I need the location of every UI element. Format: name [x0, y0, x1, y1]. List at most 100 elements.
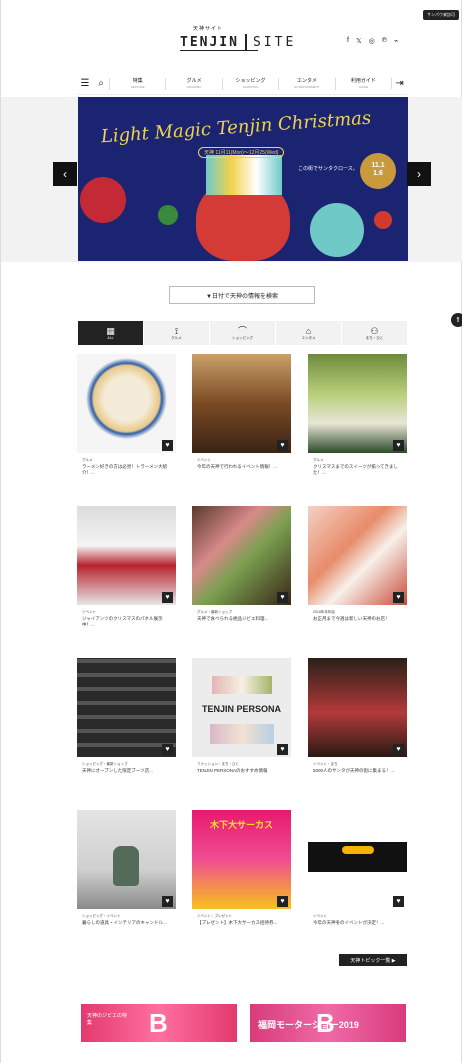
favorite-heart-icon[interactable]: ♥	[162, 744, 173, 755]
article-card[interactable]: ♥ イベント 今年の天神冬のイベントが決定！...	[308, 810, 407, 950]
favorite-heart-icon[interactable]: ♥	[277, 896, 288, 907]
banner-text: 福岡モーターショー2019	[258, 1020, 359, 1030]
favorite-heart-icon[interactable]: ♥	[393, 896, 404, 907]
ornament-red	[80, 177, 126, 223]
article-card[interactable]: ♥ グルメ・最新ショップ 天神で食べられる絶品ジビエ料理...	[192, 506, 291, 646]
logo-site-text: SITE	[252, 34, 297, 50]
favorite-heart-icon[interactable]: ♥	[277, 744, 288, 755]
article-card[interactable]: TENJIN PERSONA ♥ ファッション・まち・ひと TENJIN PER…	[192, 658, 291, 798]
article-category: ショッピング・イベント	[82, 914, 121, 918]
article-image	[308, 354, 407, 453]
article-title: 暮らしの道具・インテリアのキャンドル...	[82, 920, 167, 925]
tab-all[interactable]: ▦ ALL	[77, 321, 143, 345]
nav-item-sublabel: GUIDE	[358, 84, 369, 89]
site-logo[interactable]: TENJIN SITE	[180, 33, 310, 51]
logo-text: TENJIN	[180, 34, 239, 50]
favorite-heart-icon[interactable]: ♥	[162, 440, 173, 451]
article-title: 5000人のサンタが天神の街に集まる！...	[313, 768, 395, 773]
prev-slide-button[interactable]: ‹	[53, 162, 77, 186]
ticket-icon: ⌂	[305, 325, 312, 336]
article-category: グルメ	[313, 458, 324, 462]
article-category: イベント・まち	[313, 762, 338, 766]
article-card[interactable]: ♥ ショッピング・最新ショップ 天神にオープンした限定ブーツ店...	[77, 658, 176, 798]
nav-item-label: グルメ	[186, 77, 202, 84]
article-card[interactable]: ♥ イベント・まち 5000人のサンタが天神の街に集まる！...	[308, 658, 407, 798]
topics-more-button[interactable]: 天神トピック一覧 ▶	[339, 954, 407, 966]
article-card[interactable]: ♥ ショッピング・イベント 暮らしの道具・インテリアのキャンドル...	[77, 810, 176, 950]
grid-icon: ▦	[106, 326, 115, 336]
article-image	[192, 506, 291, 605]
nav-item-label: ショッピング	[235, 77, 266, 84]
nav-item-gourmet[interactable]: グルメ GOURMET	[165, 77, 221, 90]
tab-label: まち・ひと	[365, 335, 384, 340]
people-icon: ⚇	[370, 325, 379, 336]
article-card[interactable]: 木下大サーカス ♥ イベント・プレゼント 【プレゼント】木下大サーカス招待券..…	[192, 810, 291, 950]
nav-item-entertainment[interactable]: エンタメ ENTERTAINMENT	[278, 77, 334, 90]
scroll-top-button[interactable]: ⇑	[451, 313, 462, 327]
article-category: グルメ	[82, 458, 93, 462]
pinterest-icon[interactable]: ℗	[382, 37, 387, 45]
ornament-green	[158, 205, 178, 225]
article-card[interactable]: ♥ グルメ ラーメン好きの方は必見！トラーメン大紹介！...	[77, 354, 176, 494]
banner-motorshow[interactable]: 福岡モーターショー2019 B	[250, 1004, 406, 1042]
article-card[interactable]: ♥ グルメ クリスマスまでのスイーツが揃ってきました！...	[308, 354, 407, 494]
hero-slide[interactable]: Light Magic Tenjin Christmas 天神 11月11(Mo…	[78, 97, 408, 261]
article-title: 天神にオープンした限定ブーツ店...	[82, 768, 153, 773]
twitter-icon[interactable]: 𝕏	[356, 37, 362, 45]
favorite-heart-icon[interactable]: ♥	[393, 440, 404, 451]
hero-title: Light Magic Tenjin Christmas	[100, 107, 372, 148]
next-slide-button[interactable]: ›	[407, 162, 431, 186]
favorite-heart-icon[interactable]: ♥	[393, 744, 404, 755]
login-icon[interactable]: ⇥	[391, 78, 407, 89]
favorite-heart-icon[interactable]: ♥	[162, 896, 173, 907]
search-icon[interactable]: ⌕	[93, 78, 109, 89]
nav-item-shopping[interactable]: ショッピング SHOPPING	[221, 77, 278, 90]
social-links: f 𝕏 ◎ ℗ ⌁	[347, 37, 398, 45]
nav-item-label: 利用ガイド	[350, 77, 376, 84]
article-image	[77, 354, 176, 453]
article-image: TENJIN PERSONA	[192, 658, 291, 757]
product-cosmetics	[212, 676, 272, 694]
nav-item-feature[interactable]: 特集 FEATURE	[109, 77, 165, 90]
vase-image	[113, 846, 139, 886]
tab-gourmet[interactable]: ⟟ グルメ	[143, 321, 209, 345]
facebook-icon[interactable]: f	[347, 37, 349, 45]
hero-date-badge: 11.1 1.6	[360, 153, 396, 189]
tab-label: ショッピング	[232, 335, 253, 340]
favorite-heart-icon[interactable]: ♥	[277, 440, 288, 451]
favorite-heart-icon[interactable]: ♥	[162, 592, 173, 603]
article-category: ファッション・まち・ひと	[197, 762, 239, 766]
menu-icon[interactable]: ☰	[77, 78, 93, 89]
article-title: ラーメン好きの方は必見！トラーメン大紹介！...	[82, 464, 168, 475]
hero-date-end: 1.6	[373, 170, 383, 177]
persona-text: TENJIN PERSONA	[201, 704, 281, 714]
rss-icon[interactable]: ⌁	[394, 37, 398, 45]
tab-town[interactable]: ⚇ まち・ひと	[341, 321, 407, 345]
article-title: 天神で食べられる絶品ジビエ料理...	[197, 616, 269, 621]
date-search-button[interactable]: ▼日付で天神の情報を検索	[169, 286, 315, 304]
logo-caption: 天神サイト	[193, 26, 224, 32]
tab-shopping[interactable]: ⌒ ショッピング	[209, 321, 275, 345]
tab-entertainment[interactable]: ⌂ エンタメ	[275, 321, 341, 345]
article-title: TENJIN PERSONAのおすすめ情報	[197, 768, 268, 773]
article-category: ショッピング・最新ショップ	[82, 762, 128, 766]
ornament-red-small	[374, 211, 392, 229]
logo-divider	[244, 34, 247, 50]
article-image	[77, 658, 176, 757]
article-card[interactable]: ♥ 2018年末年始 お正月まで今週は新しい天神のお店！	[308, 506, 407, 646]
article-category: 2018年末年始	[313, 610, 335, 614]
city-buildings	[206, 155, 282, 195]
tab-label: グルメ	[171, 335, 182, 340]
article-image	[77, 810, 176, 909]
nav-item-guide[interactable]: 利用ガイド GUIDE	[334, 77, 391, 90]
nav-item-sublabel: GOURMET	[186, 84, 202, 89]
favorite-heart-icon[interactable]: ♥	[393, 592, 404, 603]
nav-item-sublabel: ENTERTAINMENT	[294, 84, 320, 89]
hero-period: 天神 11月11(Mon)〜12月25(Wed)	[198, 147, 285, 158]
banner-gibier[interactable]: 天神のジビエの特集 B	[81, 1004, 237, 1042]
article-image	[308, 810, 407, 909]
favorite-heart-icon[interactable]: ♥	[277, 592, 288, 603]
article-card[interactable]: ♥ イベント ジャイアンツのクリスマスのパネル展示中！...	[77, 506, 176, 646]
article-card[interactable]: ♥ イベント 今年の天神で行われるイベント情報！...	[192, 354, 291, 494]
instagram-icon[interactable]: ◎	[369, 37, 375, 45]
